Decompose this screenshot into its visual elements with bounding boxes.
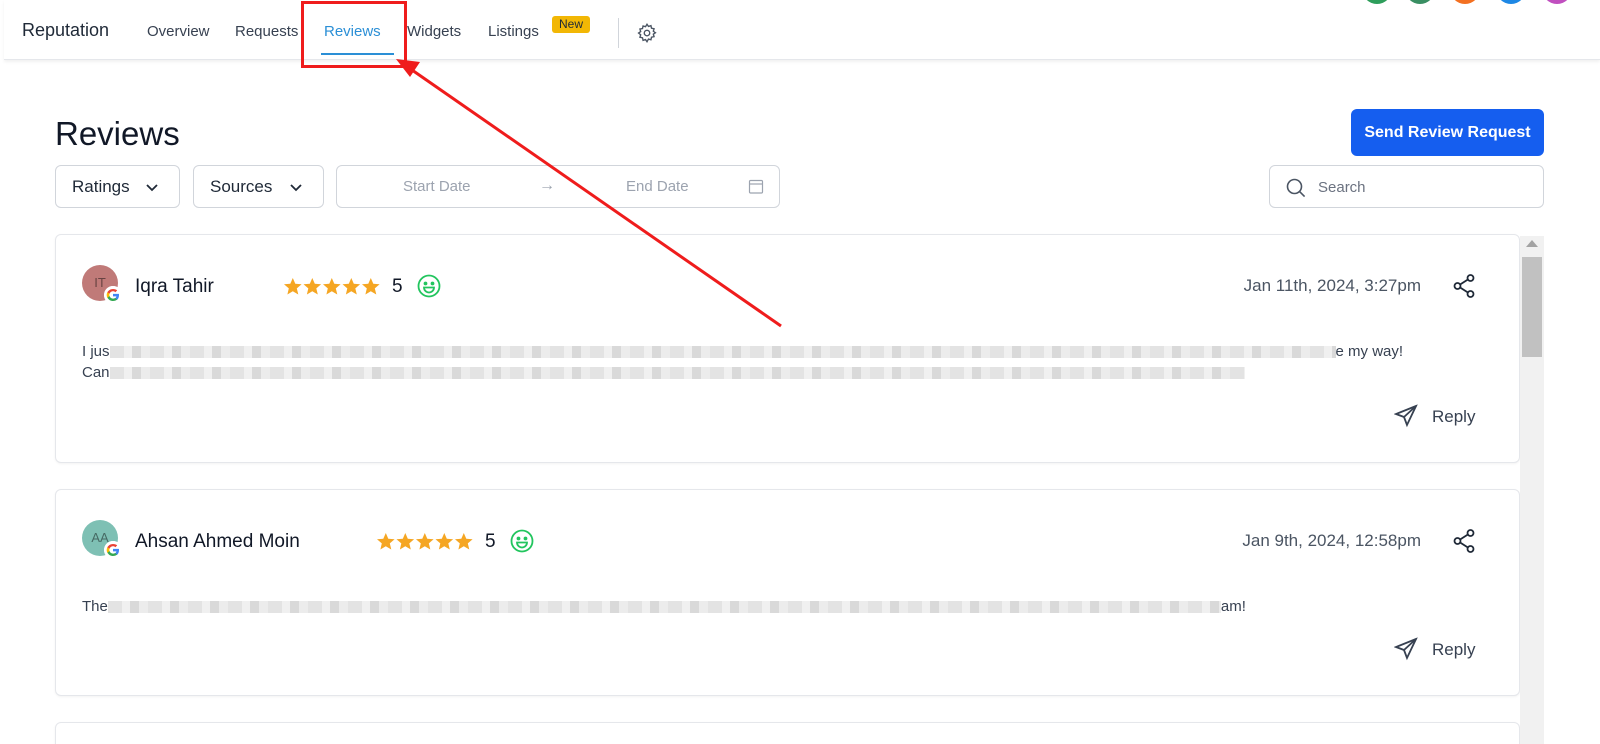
- search-box[interactable]: [1269, 165, 1544, 208]
- sources-dropdown[interactable]: Sources: [193, 165, 324, 208]
- review-text-start: Can: [82, 364, 110, 381]
- reviewer-name: Ahsan Ahmed Moin: [135, 531, 300, 552]
- search-icon: [1286, 178, 1306, 198]
- chevron-down-icon: [290, 184, 302, 192]
- chevron-down-icon: [146, 184, 158, 192]
- review-text: I jus e my way! Can: [82, 341, 1482, 383]
- top-nav: Reputation Overview Requests Reviews Wid…: [4, 0, 1600, 60]
- review-text-end: e my way!: [1335, 343, 1404, 360]
- google-icon: [104, 286, 122, 304]
- review-text-start: I jus: [82, 343, 110, 360]
- redacted-text: [107, 601, 1221, 614]
- review-card: [55, 722, 1520, 744]
- search-input[interactable]: [1318, 176, 1528, 198]
- review-date: Jan 11th, 2024, 3:27pm: [1243, 276, 1421, 295]
- review-card: AA Ahsan Ahmed Moin 5 Jan 9th, 2024, 12:…: [55, 489, 1520, 696]
- send-icon: [1394, 404, 1418, 428]
- redacted-text: [109, 346, 1336, 359]
- reply-label: Reply: [1432, 407, 1476, 426]
- reviewer-name: Iqra Tahir: [135, 276, 214, 297]
- review-text: The am!: [82, 596, 1482, 617]
- annotation-highlight-box: [301, 1, 407, 68]
- scroll-up-arrow[interactable]: [1526, 240, 1538, 247]
- review-text-end: am!: [1220, 598, 1246, 615]
- star-rating: [377, 533, 473, 550]
- smiley-icon: [510, 529, 534, 553]
- share-icon[interactable]: [1452, 528, 1476, 554]
- review-date: Jan 9th, 2024, 12:58pm: [1242, 531, 1421, 550]
- tab-widgets[interactable]: Widgets: [407, 23, 461, 40]
- rating-value: 5: [392, 276, 403, 297]
- tab-listings[interactable]: Listings: [488, 23, 539, 40]
- review-text-start: The: [82, 598, 108, 615]
- tab-overview[interactable]: Overview: [147, 23, 210, 40]
- send-icon: [1394, 637, 1418, 661]
- arrow-right-icon: →: [539, 177, 555, 194]
- scroll-thumb[interactable]: [1522, 257, 1542, 357]
- start-date-input[interactable]: Start Date: [403, 178, 471, 195]
- sources-label: Sources: [210, 177, 273, 196]
- send-review-request-button[interactable]: Send Review Request: [1351, 109, 1544, 156]
- page-title: Reviews: [55, 115, 180, 152]
- google-icon: [104, 541, 122, 559]
- calendar-icon: [748, 179, 764, 194]
- reply-label: Reply: [1432, 640, 1476, 659]
- nav-divider: [618, 18, 619, 48]
- smiley-icon: [417, 274, 441, 298]
- rating-value: 5: [485, 531, 496, 552]
- brand-title: Reputation: [22, 20, 110, 40]
- scrollbar[interactable]: [1520, 236, 1544, 744]
- new-badge: New: [552, 16, 590, 33]
- review-card: IT Iqra Tahir 5 Jan 11th, 2024, 3:27pm I…: [55, 234, 1520, 463]
- tab-requests[interactable]: Requests: [235, 23, 298, 40]
- ratings-dropdown[interactable]: Ratings: [55, 165, 180, 208]
- gear-icon[interactable]: [636, 22, 658, 44]
- redacted-text: [109, 367, 1245, 380]
- share-icon[interactable]: [1452, 273, 1476, 299]
- date-range-picker[interactable]: Start Date → End Date: [336, 165, 780, 208]
- ratings-label: Ratings: [72, 177, 130, 196]
- star-rating: [284, 278, 380, 295]
- end-date-input[interactable]: End Date: [626, 178, 689, 195]
